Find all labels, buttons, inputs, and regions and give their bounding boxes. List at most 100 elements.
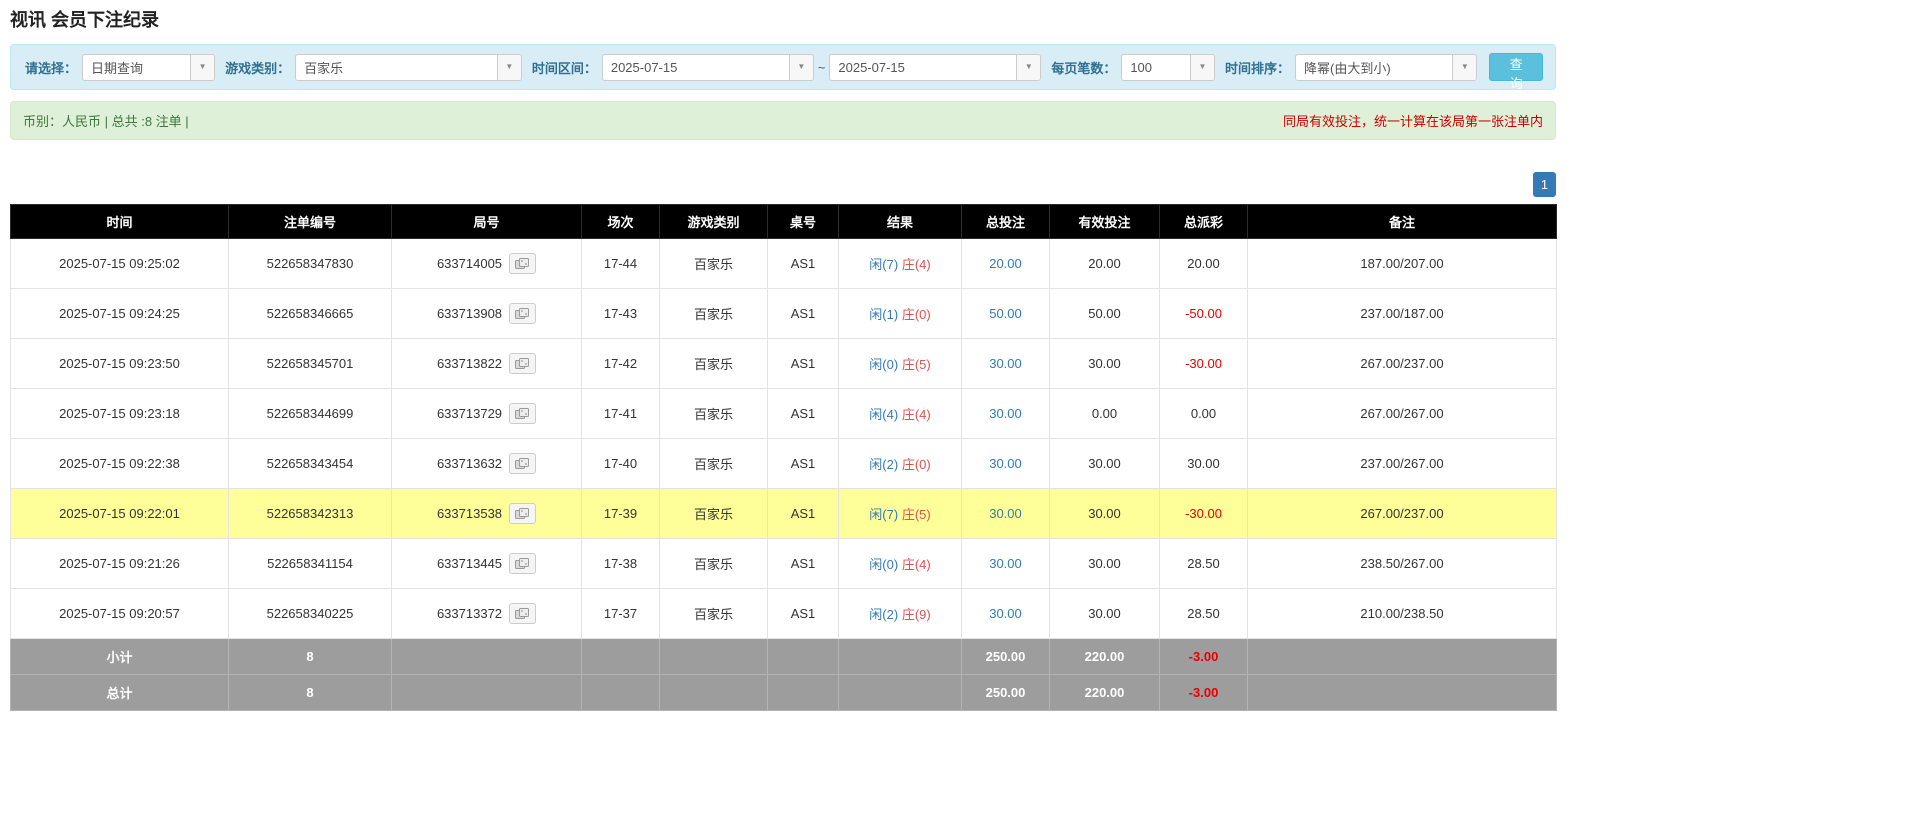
result-banker: 庄(4) <box>901 257 931 272</box>
result-player: 闲(2) <box>869 607 899 622</box>
cell-session: 17-42 <box>581 338 660 389</box>
cell-game-type: 百家乐 <box>659 388 768 439</box>
cell-valid-bet: 20.00 <box>1049 238 1160 289</box>
result-banker: 庄(0) <box>901 457 931 472</box>
query-type-input[interactable] <box>83 54 191 80</box>
cell-result: 闲(2) 庄(0) <box>838 438 962 489</box>
cell-bet-id: 522658342313 <box>228 488 392 539</box>
pagination-top: 1 <box>10 172 1556 197</box>
cell-valid-bet: 30.00 <box>1049 338 1160 389</box>
subtotal-label: 小计 <box>10 638 229 675</box>
cell-total-bet-link[interactable]: 30.00 <box>961 438 1050 489</box>
result-banker: 庄(5) <box>901 357 931 372</box>
chevron-down-icon[interactable]: ▼ <box>1452 54 1477 80</box>
video-detail-icon[interactable] <box>509 403 537 424</box>
cell-bet-id: 522658346665 <box>228 288 392 339</box>
round-number: 633713538 <box>436 506 503 521</box>
video-detail-icon[interactable] <box>509 453 537 474</box>
date-to-input[interactable] <box>830 54 1017 80</box>
search-button[interactable]: 查询 <box>1489 53 1543 91</box>
cell-payout: 28.50 <box>1159 588 1248 639</box>
video-detail-icon[interactable] <box>509 553 537 574</box>
cell-table-no: AS1 <box>767 488 839 539</box>
video-detail-icon[interactable] <box>509 253 537 274</box>
round-number: 633713632 <box>436 456 503 471</box>
result-banker: 庄(4) <box>901 557 931 572</box>
cell-round: 633713822 <box>391 338 582 389</box>
cell-note: 187.00/207.00 <box>1247 238 1557 289</box>
page-1-button[interactable]: 1 <box>1533 172 1556 197</box>
cell-round: 633713538 <box>391 488 582 539</box>
round-number: 633713729 <box>436 406 503 421</box>
table-row: 2025-07-15 09:25:02 522658347830 6337140… <box>10 238 1557 289</box>
cell-table-no: AS1 <box>767 438 839 489</box>
result-banker: 庄(5) <box>901 507 931 522</box>
cell-total-bet-link[interactable]: 30.00 <box>961 588 1050 639</box>
table-row: 2025-07-15 09:21:26 522658341154 6337134… <box>10 538 1557 589</box>
time-sort-input[interactable] <box>1296 54 1453 80</box>
video-detail-icon[interactable] <box>509 353 537 374</box>
chevron-down-icon[interactable]: ▼ <box>190 54 215 80</box>
cell-payout: -50.00 <box>1159 288 1248 339</box>
cell-total-bet-link[interactable]: 30.00 <box>961 488 1050 539</box>
cell-session: 17-43 <box>581 288 660 339</box>
cell-payout: 30.00 <box>1159 438 1248 489</box>
game-type-label: 游戏类别： <box>225 60 291 76</box>
cell-session: 17-39 <box>581 488 660 539</box>
subtotal-count: 8 <box>228 638 392 675</box>
page-size-input[interactable] <box>1122 54 1190 80</box>
page-size-combobox: ▼ <box>1121 53 1215 81</box>
cell-bet-id: 522658341154 <box>228 538 392 589</box>
chevron-down-icon[interactable]: ▼ <box>1189 54 1214 80</box>
chevron-down-icon[interactable]: ▼ <box>1016 54 1041 80</box>
cell-note: 237.00/267.00 <box>1247 438 1557 489</box>
cell-result: 闲(0) 庄(4) <box>838 538 962 589</box>
cell-round: 633713372 <box>391 588 582 639</box>
cell-result: 闲(1) 庄(0) <box>838 288 962 339</box>
round-number: 633713822 <box>436 356 503 371</box>
header-result: 结果 <box>838 204 962 239</box>
cell-total-bet-link[interactable]: 30.00 <box>961 538 1050 589</box>
cell-game-type: 百家乐 <box>659 238 768 289</box>
header-payout: 总派彩 <box>1159 204 1248 239</box>
cell-game-type: 百家乐 <box>659 538 768 589</box>
round-number: 633713445 <box>436 556 503 571</box>
cell-time: 2025-07-15 09:23:50 <box>10 338 229 389</box>
header-bet-id: 注单编号 <box>228 204 392 239</box>
result-banker: 庄(0) <box>901 307 931 322</box>
date-from-input[interactable] <box>602 54 789 80</box>
cell-game-type: 百家乐 <box>659 588 768 639</box>
time-sort-combobox: ▼ <box>1295 53 1478 81</box>
total-payout: -3.00 <box>1159 674 1248 711</box>
result-player: 闲(4) <box>869 407 899 422</box>
select-type-label: 请选择： <box>25 60 78 76</box>
cell-total-bet-link[interactable]: 20.00 <box>961 238 1050 289</box>
cell-time: 2025-07-15 09:24:25 <box>10 288 229 339</box>
total-count: 8 <box>228 674 392 711</box>
video-detail-icon[interactable] <box>509 503 537 524</box>
cell-session: 17-40 <box>581 438 660 489</box>
cell-table-no: AS1 <box>767 338 839 389</box>
video-detail-icon[interactable] <box>509 603 537 624</box>
chevron-down-icon[interactable]: ▼ <box>788 54 813 80</box>
cell-note: 238.50/267.00 <box>1247 538 1557 589</box>
tilde-separator: ~ <box>817 59 826 75</box>
cell-time: 2025-07-15 09:21:26 <box>10 538 229 589</box>
game-type-input[interactable] <box>296 54 497 80</box>
cell-total-bet-link[interactable]: 30.00 <box>961 388 1050 439</box>
chevron-down-icon[interactable]: ▼ <box>496 54 521 80</box>
cell-bet-id: 522658347830 <box>228 238 392 289</box>
cell-table-no: AS1 <box>767 288 839 339</box>
header-round: 局号 <box>391 204 582 239</box>
video-detail-icon[interactable] <box>509 303 537 324</box>
cell-round: 633714005 <box>391 238 582 289</box>
cell-total-bet-link[interactable]: 30.00 <box>961 338 1050 389</box>
cell-total-bet-link[interactable]: 50.00 <box>961 288 1050 339</box>
cell-payout: -30.00 <box>1159 338 1248 389</box>
cell-valid-bet: 50.00 <box>1049 288 1160 339</box>
cell-result: 闲(7) 庄(5) <box>838 488 962 539</box>
header-note: 备注 <box>1247 204 1557 239</box>
cell-valid-bet: 0.00 <box>1049 388 1160 439</box>
date-from-combobox: ▼ <box>601 53 814 81</box>
cell-round: 633713908 <box>391 288 582 339</box>
